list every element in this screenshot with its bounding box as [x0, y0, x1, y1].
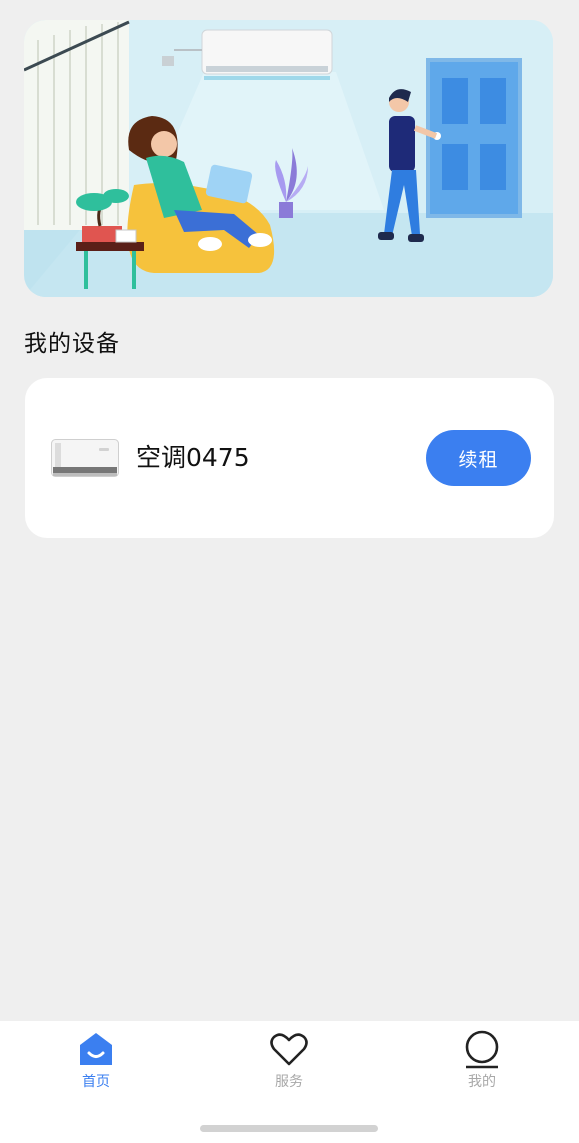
banner-illustration [24, 20, 553, 297]
tab-home-label: 首页 [82, 1074, 110, 1090]
device-card[interactable]: 空调0475 续租 [25, 378, 554, 538]
app-screen: 我的设备 空调0475 续租 首页 服务 我的 [0, 0, 579, 1143]
tab-service[interactable]: 服务 [229, 1029, 349, 1093]
living-room-illustration [24, 20, 553, 297]
tab-service-label: 服务 [275, 1074, 303, 1090]
tab-mine-label: 我的 [468, 1074, 496, 1090]
home-icon [80, 1033, 112, 1065]
tab-mine[interactable]: 我的 [422, 1029, 542, 1093]
home-indicator [200, 1125, 378, 1132]
tab-home[interactable]: 首页 [36, 1029, 156, 1093]
profile-icon [465, 1030, 499, 1069]
device-name: 空调0475 [136, 443, 250, 472]
section-title: 我的设备 [24, 331, 120, 357]
air-conditioner-icon [51, 439, 119, 477]
heart-icon [270, 1033, 308, 1066]
renew-button[interactable]: 续租 [426, 430, 531, 486]
